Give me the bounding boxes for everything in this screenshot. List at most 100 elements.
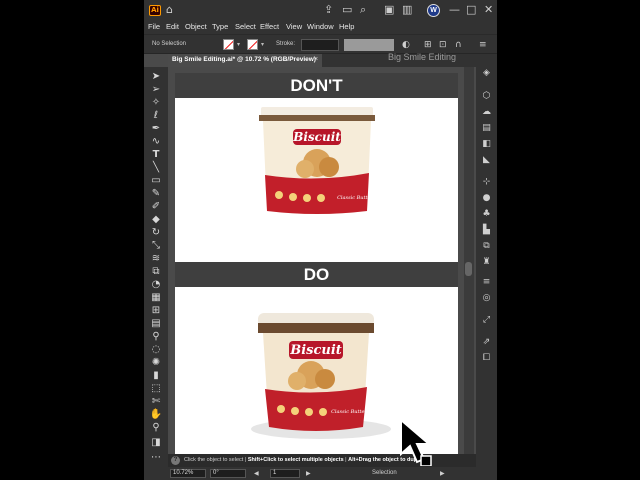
mode-dropdown-icon[interactable]: ▶: [440, 470, 445, 477]
rotation-field[interactable]: 0°: [210, 469, 246, 478]
color-icon[interactable]: ●: [480, 192, 493, 204]
transparency-icon[interactable]: ◧: [480, 138, 493, 150]
lasso-tool-icon[interactable]: ℓ: [149, 110, 163, 122]
menu-help[interactable]: Help: [339, 21, 354, 33]
type-tool-icon[interactable]: T: [149, 149, 163, 161]
curvature-tool-icon[interactable]: ∿: [149, 136, 163, 148]
edit-toolbar-icon[interactable]: ⋯: [149, 452, 163, 464]
shaper-tool-icon[interactable]: ✐: [149, 201, 163, 213]
blend-tool-icon[interactable]: ◌: [149, 344, 163, 356]
warp-tool-icon[interactable]: ≋: [149, 253, 163, 265]
stroke-weight-field[interactable]: [301, 39, 339, 51]
shape-icon[interactable]: ∩: [455, 39, 462, 51]
fill-swatch[interactable]: [223, 39, 234, 50]
transform-icon[interactable]: ⊡: [439, 39, 447, 51]
links-icon[interactable]: ⇗: [480, 336, 493, 348]
control-bar: No Selection ▾ ▾ Stroke: ◐ ⊞ ⊡ ∩ ≡: [144, 34, 497, 54]
menu-edit[interactable]: Edit: [166, 21, 179, 33]
fill-stroke-icon[interactable]: ◨: [149, 437, 163, 449]
line-tool-icon[interactable]: ╲: [149, 162, 163, 174]
layout-icon[interactable]: ▭: [342, 4, 352, 16]
menu-view[interactable]: View: [286, 21, 302, 33]
bottom-bar: 10.72% 0° ◀ 1 ▶ Selection ▶: [144, 467, 497, 480]
share-icon[interactable]: ⇪: [324, 4, 333, 16]
rectangle-tool-icon[interactable]: ▭: [149, 175, 163, 187]
menu-select[interactable]: Select: [235, 21, 256, 33]
slice-tool-icon[interactable]: ✄: [149, 396, 163, 408]
illustrator-logo: Ai: [149, 5, 161, 16]
scrollbar-thumb[interactable]: [465, 262, 472, 276]
fill-dropdown-icon[interactable]: ▾: [237, 41, 240, 48]
free-transform-tool-icon[interactable]: ⧉: [149, 266, 163, 278]
pathfinder-icon[interactable]: ⧉: [480, 240, 493, 252]
rotate-tool-icon[interactable]: ↻: [149, 227, 163, 239]
artboard-number-field[interactable]: 1: [270, 469, 300, 478]
pen-tool-icon[interactable]: ✒: [149, 123, 163, 135]
mouse-cursor: [400, 418, 432, 466]
align-icon[interactable]: ⊞: [424, 39, 432, 51]
menu-file[interactable]: File: [148, 21, 160, 33]
artboards-panel-icon[interactable]: ⧠: [480, 352, 493, 364]
stroke-swatch[interactable]: [247, 39, 258, 50]
maximize-icon[interactable]: □: [466, 4, 476, 16]
selection-tool-icon[interactable]: ➤: [149, 71, 163, 83]
help-icon[interactable]: ?: [171, 456, 180, 465]
left-letterbox: [0, 0, 144, 480]
zoom-tool-icon[interactable]: ⚲: [149, 422, 163, 434]
arrange-icon[interactable]: ▣: [384, 4, 394, 16]
search-icon[interactable]: ⌕: [360, 4, 366, 16]
stroke-dropdown-icon[interactable]: ▾: [261, 41, 264, 48]
product-image-dont[interactable]: Biscuit Classic Butter: [257, 105, 377, 223]
graphic-styles-icon[interactable]: ◣: [480, 154, 493, 166]
recolor-icon[interactable]: ◐: [402, 39, 410, 51]
workspace-icon[interactable]: ▥: [402, 4, 412, 16]
title-bar: Ai ⌂ ⇪ ▭ ⌕ ▣ ▥ W — □ ✕: [144, 0, 497, 20]
zoom-field[interactable]: 10.72%: [170, 469, 206, 478]
next-artboard-icon[interactable]: ▶: [306, 470, 311, 477]
symbol-sprayer-tool-icon[interactable]: ✺: [149, 357, 163, 369]
magic-wand-tool-icon[interactable]: ✧: [149, 97, 163, 109]
right-panel-dock: ◈ ⬡ ☁ ▤ ◧ ◣ ⊹ ● ♣ ▙ ⧉ ♜ ≡ ◎ ⤢ ⇗ ⧠: [476, 54, 497, 480]
document-tab[interactable]: Big Smile Editing.ai* @ 10.72 % (RGB/Pre…: [168, 54, 322, 67]
scale-tool-icon[interactable]: ⤡: [149, 240, 163, 252]
canvas[interactable]: DON'T Biscuit Classic Butter DO Biscuit …: [168, 67, 476, 467]
layers-icon[interactable]: ◈: [480, 67, 493, 79]
paintbrush-tool-icon[interactable]: ✎: [149, 188, 163, 200]
menu-effect[interactable]: Effect: [260, 21, 279, 33]
style-field[interactable]: [344, 39, 394, 51]
avatar[interactable]: W: [427, 4, 440, 17]
menu-type[interactable]: Type: [212, 21, 228, 33]
control-menu-icon[interactable]: ≡: [479, 39, 487, 51]
home-icon[interactable]: ⌂: [166, 4, 173, 16]
artboard[interactable]: DON'T Biscuit Classic Butter DO Biscuit …: [175, 73, 458, 454]
artboard-tool-icon[interactable]: ⬚: [149, 383, 163, 395]
transform-panel-icon[interactable]: ⊹: [480, 176, 493, 188]
3d-icon[interactable]: ⬡: [480, 90, 493, 102]
perspective-grid-tool-icon[interactable]: ▦: [149, 292, 163, 304]
eraser-tool-icon[interactable]: ◆: [149, 214, 163, 226]
menu-object[interactable]: Object: [185, 21, 207, 33]
symbols-icon[interactable]: ♣: [480, 208, 493, 220]
gradient-tool-icon[interactable]: ▤: [149, 318, 163, 330]
first-artboard-icon[interactable]: ◀: [254, 470, 259, 477]
tool-mode-label: Selection: [372, 470, 397, 476]
swatches-icon[interactable]: ◎: [480, 292, 493, 304]
mesh-tool-icon[interactable]: ⊞: [149, 305, 163, 317]
tab-close-icon[interactable]: ×: [314, 56, 318, 63]
brushes-icon[interactable]: ♜: [480, 256, 493, 268]
asset-export-icon[interactable]: ⤢: [480, 314, 493, 326]
shape-builder-tool-icon[interactable]: ◔: [149, 279, 163, 291]
appearance-icon[interactable]: ☁: [480, 106, 493, 118]
stroke-panel-icon[interactable]: ≡: [480, 276, 493, 288]
column-graph-tool-icon[interactable]: ▮: [149, 370, 163, 382]
eyedropper-tool-icon[interactable]: ⚲: [149, 331, 163, 343]
close-icon[interactable]: ✕: [484, 4, 493, 16]
menu-window[interactable]: Window: [307, 21, 334, 33]
product-image-do[interactable]: Biscuit Classic Butter: [241, 309, 391, 443]
gradient-panel-icon[interactable]: ▤: [480, 122, 493, 134]
hand-tool-icon[interactable]: ✋: [149, 409, 163, 421]
direct-selection-tool-icon[interactable]: ➢: [149, 84, 163, 96]
align-panel-icon[interactable]: ▙: [480, 224, 493, 236]
dont-banner: DON'T: [175, 73, 458, 98]
minimize-icon[interactable]: —: [449, 4, 460, 16]
